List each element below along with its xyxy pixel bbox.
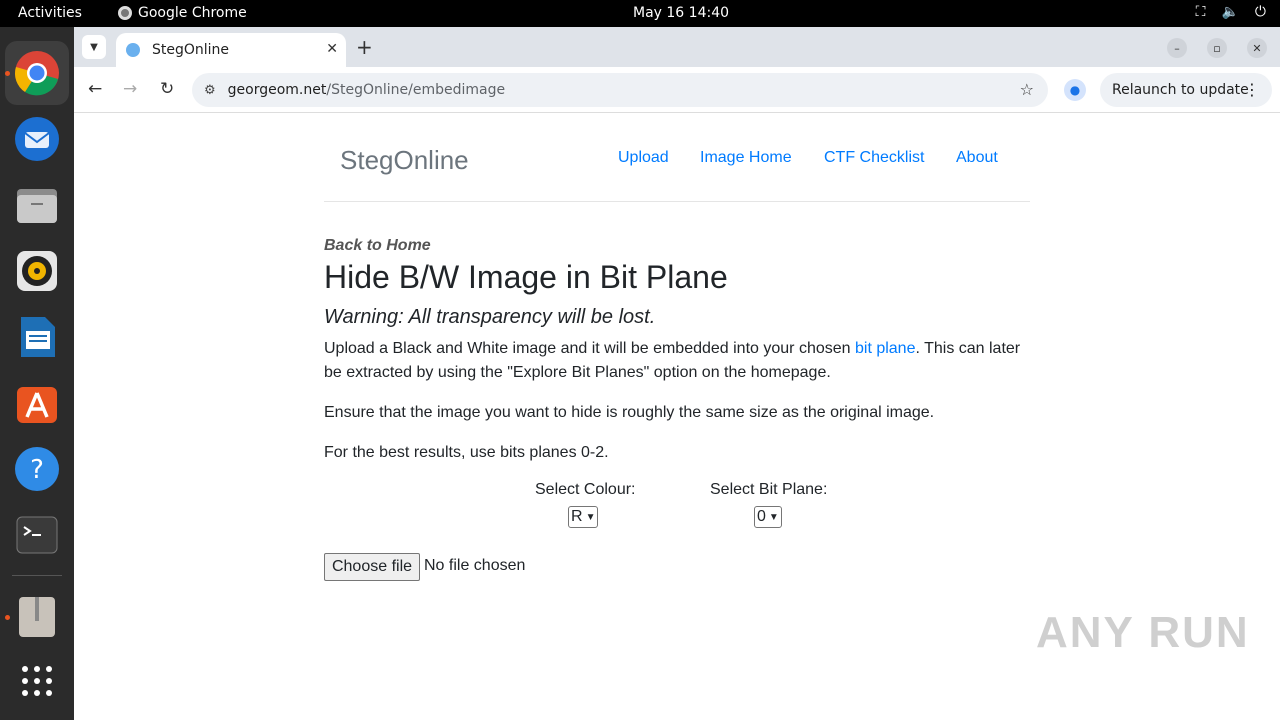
dock-separator bbox=[12, 575, 62, 576]
nav-upload[interactable]: Upload bbox=[618, 149, 669, 167]
bit-plane-link[interactable]: bit plane bbox=[855, 340, 916, 357]
size-hint-paragraph: Ensure that the image you want to hide i… bbox=[324, 404, 935, 421]
files-icon bbox=[17, 189, 57, 223]
app-grid-icon bbox=[22, 666, 52, 696]
reload-button[interactable]: ↻ bbox=[160, 79, 174, 99]
chevron-down-icon: ▼ bbox=[768, 511, 779, 523]
writer-icon bbox=[21, 317, 55, 357]
dock-app-grid[interactable] bbox=[13, 657, 61, 705]
choose-file-button[interactable]: Choose file bbox=[324, 553, 420, 581]
dock-files[interactable] bbox=[13, 181, 61, 229]
minimize-button[interactable]: – bbox=[1167, 38, 1187, 58]
tab-stegonline[interactable]: StegOnline ✕ bbox=[116, 33, 346, 67]
colour-select[interactable]: R ▼ bbox=[568, 506, 599, 528]
url-host: georgeom.net bbox=[227, 82, 327, 98]
file-status: No file chosen bbox=[424, 557, 526, 574]
bit-plane-select[interactable]: 0 ▼ bbox=[754, 506, 782, 528]
help-icon: ? bbox=[15, 447, 59, 491]
web-page: StegOnline Upload Image Home CTF Checkli… bbox=[74, 113, 1280, 720]
bookmark-star-icon[interactable]: ☆ bbox=[1020, 80, 1034, 99]
relaunch-label: Relaunch to update bbox=[1112, 82, 1249, 98]
forward-button[interactable]: → bbox=[123, 79, 137, 99]
chrome-icon bbox=[14, 51, 59, 96]
tab-strip: ▼ StegOnline ✕ + – ▫ ✕ bbox=[74, 27, 1280, 67]
dock-chrome[interactable] bbox=[5, 41, 69, 105]
running-indicator bbox=[5, 615, 10, 620]
volume-icon: 🔈 bbox=[1221, 4, 1239, 20]
address-bar[interactable]: ⚙ georgeom.net/StegOnline/embedimage ☆ bbox=[192, 73, 1048, 107]
maximize-button[interactable]: ▫ bbox=[1207, 38, 1227, 58]
dock-terminal[interactable] bbox=[13, 511, 61, 559]
more-menu-icon[interactable]: ⋮ bbox=[1244, 80, 1260, 99]
header-divider bbox=[324, 201, 1030, 202]
dock-archive[interactable] bbox=[13, 593, 61, 641]
dock-rhythmbox[interactable] bbox=[13, 247, 61, 295]
nav-ctf-checklist[interactable]: CTF Checklist bbox=[824, 149, 924, 167]
dock-writer[interactable] bbox=[13, 313, 61, 361]
terminal-icon bbox=[16, 516, 58, 554]
app-center-icon bbox=[17, 387, 57, 423]
profile-icon[interactable]: ● bbox=[1064, 79, 1086, 101]
bit-plane-select-value: 0 bbox=[757, 508, 766, 525]
dock: ? bbox=[0, 27, 74, 720]
chevron-down-icon: ▼ bbox=[90, 41, 98, 53]
page-title: Hide B/W Image in Bit Plane bbox=[324, 259, 728, 295]
select-colour-label: Select Colour: bbox=[535, 481, 636, 498]
dock-help[interactable]: ? bbox=[13, 445, 61, 493]
thunderbird-icon bbox=[15, 117, 59, 161]
nav-about[interactable]: About bbox=[956, 149, 998, 167]
close-window-button[interactable]: ✕ bbox=[1247, 38, 1267, 58]
app-menu[interactable]: Google Chrome bbox=[118, 5, 247, 21]
description-paragraph: Upload a Black and White image and it wi… bbox=[324, 337, 1030, 385]
back-button[interactable]: ← bbox=[88, 79, 102, 99]
svg-text:?: ? bbox=[30, 455, 44, 485]
clock[interactable]: May 16 14:40 bbox=[633, 5, 729, 21]
chevron-down-icon: ▼ bbox=[585, 511, 596, 523]
network-icon: ⛶ bbox=[1195, 4, 1206, 20]
system-tray[interactable]: ⛶ 🔈 ⏻ bbox=[1196, 4, 1266, 20]
globe-icon bbox=[126, 43, 140, 57]
new-tab-button[interactable]: + bbox=[356, 35, 373, 59]
tab-search-button[interactable]: ▼ bbox=[82, 35, 106, 59]
close-tab-icon[interactable]: ✕ bbox=[326, 41, 338, 57]
rhythmbox-icon bbox=[17, 251, 57, 291]
tab-title: StegOnline bbox=[152, 42, 230, 58]
archive-icon bbox=[19, 597, 55, 637]
back-to-home-link[interactable]: Back to Home bbox=[324, 237, 431, 255]
power-icon: ⏻ bbox=[1254, 4, 1266, 20]
site-brand[interactable]: StegOnline bbox=[340, 145, 469, 176]
colour-select-value: R bbox=[571, 508, 583, 525]
dock-thunderbird[interactable] bbox=[13, 115, 61, 163]
description-text: Upload a Black and White image and it wi… bbox=[324, 340, 855, 357]
dock-app-center[interactable] bbox=[13, 379, 61, 427]
nav-image-home[interactable]: Image Home bbox=[700, 149, 792, 167]
system-top-bar: Activities Google Chrome May 16 14:40 ⛶ … bbox=[0, 0, 1280, 27]
browser-toolbar: ← → ↻ ⚙ georgeom.net/StegOnline/embedima… bbox=[74, 67, 1280, 113]
chrome-app-icon bbox=[118, 6, 132, 20]
best-results-paragraph: For the best results, use bits planes 0-… bbox=[324, 444, 609, 461]
select-bit-plane-label: Select Bit Plane: bbox=[710, 481, 828, 498]
relaunch-button[interactable]: Relaunch to update ⋮ bbox=[1100, 73, 1272, 107]
app-name: Google Chrome bbox=[138, 5, 247, 21]
site-info-icon[interactable]: ⚙ bbox=[204, 83, 216, 98]
running-indicator bbox=[5, 71, 10, 76]
url-path: /StegOnline/embedimage bbox=[326, 82, 506, 98]
chrome-window: ▼ StegOnline ✕ + – ▫ ✕ ← → ↻ ⚙ georgeom.… bbox=[74, 27, 1280, 720]
anyrun-watermark: ANY RUN bbox=[1036, 608, 1250, 657]
warning-text: Warning: All transparency will be lost. bbox=[324, 306, 656, 328]
activities-button[interactable]: Activities bbox=[18, 5, 82, 21]
